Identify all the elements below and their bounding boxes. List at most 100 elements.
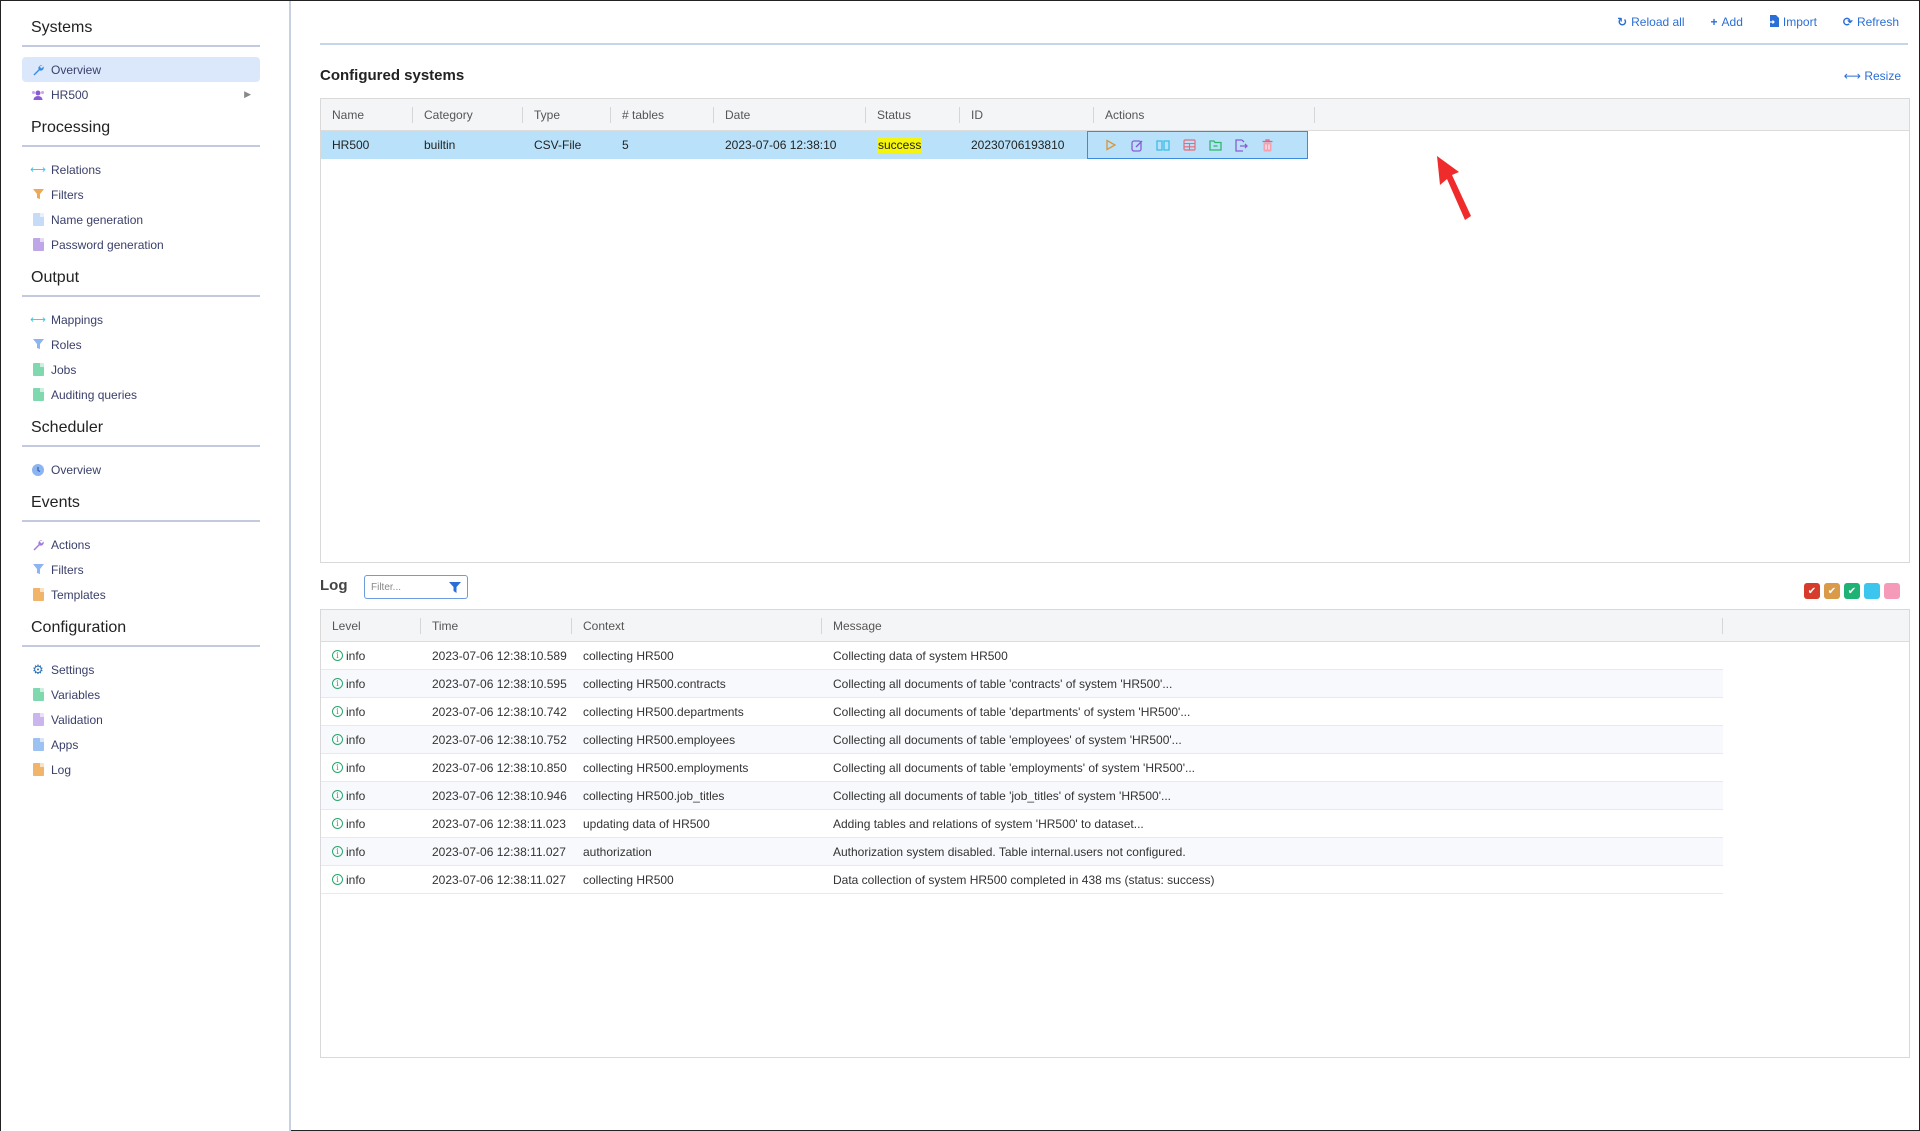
sidebar-item-variables[interactable]: Variables: [22, 682, 260, 707]
sidebar-item-log[interactable]: Log: [22, 757, 260, 782]
file-export-icon: [1235, 138, 1248, 152]
sidebar-item-jobs[interactable]: Jobs: [22, 357, 260, 382]
cell-status: success: [866, 131, 960, 159]
cell-context: collecting HR500.departments: [583, 704, 744, 719]
arrows-horizontal-icon: ⟷: [1843, 69, 1861, 83]
column-header-name[interactable]: Name: [321, 99, 413, 130]
log-filter-field[interactable]: [371, 581, 441, 593]
sidebar-item-scheduler-overview[interactable]: Overview: [22, 457, 260, 482]
cell-time: 2023-07-06 12:38:10.850: [432, 760, 567, 775]
delete-button[interactable]: [1258, 136, 1276, 154]
log-filter-input[interactable]: [364, 575, 468, 599]
edit-button[interactable]: [1128, 136, 1146, 154]
cell-context: collecting HR500: [583, 872, 674, 887]
folder-button[interactable]: [1206, 136, 1224, 154]
level-text: info: [346, 648, 366, 663]
export-button[interactable]: [1232, 136, 1250, 154]
book-icon: [1156, 140, 1170, 151]
column-header-id[interactable]: ID: [960, 99, 1094, 130]
column-header-tables[interactable]: # tables: [611, 99, 714, 130]
reload-all-button[interactable]: ↻ Reload all: [1617, 15, 1684, 29]
sidebar-item-label: Auditing queries: [51, 387, 138, 402]
column-header-level[interactable]: Level: [321, 610, 421, 641]
toggle-trace[interactable]: [1884, 583, 1900, 599]
log-table-header: Level Time Context Message: [321, 610, 1909, 642]
cell-level: i info: [321, 698, 421, 725]
sidebar-item-systems-overview[interactable]: Overview: [22, 57, 260, 82]
log-row[interactable]: i info 2023-07-06 12:38:11.023 updating d…: [321, 810, 1723, 838]
table-row[interactable]: HR500 builtin CSV-File 5 2023-07-06 12:3…: [321, 131, 1308, 159]
cell-context: updating data of HR500: [583, 816, 710, 831]
log-row[interactable]: i info 2023-07-06 12:38:10.595 collecting…: [321, 670, 1723, 698]
run-button[interactable]: [1102, 136, 1120, 154]
log-row[interactable]: i info 2023-07-06 12:38:10.946 collecting…: [321, 782, 1723, 810]
sidebar-item-label: Filters: [51, 187, 84, 202]
cell-level: i info: [321, 782, 421, 809]
resize-button[interactable]: ⟷ Resize: [1844, 69, 1901, 83]
cell-level: i info: [321, 754, 421, 781]
log-row[interactable]: i info 2023-07-06 12:38:11.027 collecting…: [321, 866, 1723, 894]
file-icon: [31, 713, 45, 727]
sidebar-item-settings[interactable]: ⚙ Settings: [22, 657, 260, 682]
column-header-type[interactable]: Type: [523, 99, 611, 130]
cell-time: 2023-07-06 12:38:11.023: [432, 816, 566, 831]
column-header-time[interactable]: Time: [421, 610, 572, 641]
file-icon: [31, 688, 45, 702]
sidebar-heading: Configuration: [22, 617, 260, 647]
log-title: Log: [320, 577, 348, 594]
cell-context: collecting HR500.contracts: [583, 676, 726, 691]
documentation-button[interactable]: [1154, 136, 1172, 154]
plus-icon: +: [1710, 15, 1718, 29]
sidebar-item-password-generation[interactable]: Password generation: [22, 232, 260, 257]
log-row[interactable]: i info 2023-07-06 12:38:10.850 collecting…: [321, 754, 1723, 782]
tables-button[interactable]: [1180, 136, 1198, 154]
log-level-toggles: ✔ ✔ ✔: [1804, 583, 1900, 599]
log-row[interactable]: i info 2023-07-06 12:38:10.742 collecting…: [321, 698, 1723, 726]
level-text: info: [346, 676, 366, 691]
edit-icon: [1130, 139, 1142, 152]
log-row[interactable]: i info 2023-07-06 12:38:11.027 authorizat…: [321, 838, 1723, 866]
column-header-status[interactable]: Status: [866, 99, 960, 130]
log-row[interactable]: i info 2023-07-06 12:38:10.752 collecting…: [321, 726, 1723, 754]
cell-context: collecting HR500.employees: [583, 732, 736, 747]
sidebar-item-apps[interactable]: Apps: [22, 732, 260, 757]
file-icon: [31, 588, 45, 602]
sidebar-item-filters[interactable]: Filters: [22, 182, 260, 207]
level-text: info: [346, 844, 366, 859]
cell-date: 2023-07-06 12:38:10: [725, 138, 837, 152]
sidebar-item-templates[interactable]: Templates: [22, 582, 260, 607]
log-row[interactable]: i info 2023-07-06 12:38:10.589 collecting…: [321, 642, 1723, 670]
sidebar-item-roles[interactable]: Roles: [22, 332, 260, 357]
cell-message: Adding tables and relations of system 'H…: [833, 816, 1144, 831]
toggle-warning[interactable]: ✔: [1824, 583, 1840, 599]
top-toolbar: ↻ Reload all + Add Import ⟳ Refresh: [320, 1, 1908, 45]
column-header-context[interactable]: Context: [572, 610, 822, 641]
filter-icon[interactable]: [449, 581, 461, 593]
info-icon: i: [332, 818, 343, 829]
toggle-error[interactable]: ✔: [1804, 583, 1820, 599]
sidebar-item-hr500[interactable]: HR500 ▶: [22, 82, 260, 107]
toggle-info[interactable]: ✔: [1844, 583, 1860, 599]
sidebar-item-validation[interactable]: Validation: [22, 707, 260, 732]
cell-message: Collecting all documents of table 'depar…: [833, 704, 1191, 719]
chevron-right-icon[interactable]: ▶: [244, 89, 251, 100]
level-text: info: [346, 704, 366, 719]
column-header-message[interactable]: Message: [822, 610, 1723, 641]
refresh-button[interactable]: ⟳ Refresh: [1843, 15, 1899, 29]
column-header-actions: Actions: [1094, 99, 1315, 130]
sidebar-item-actions[interactable]: Actions: [22, 532, 260, 557]
sidebar-item-auditing-queries[interactable]: Auditing queries: [22, 382, 260, 407]
column-header-category[interactable]: Category: [413, 99, 523, 130]
sidebar-item-event-filters[interactable]: Filters: [22, 557, 260, 582]
sidebar-item-relations[interactable]: ⟷ Relations: [22, 157, 260, 182]
column-header-date[interactable]: Date: [714, 99, 866, 130]
toggle-debug[interactable]: [1864, 583, 1880, 599]
reload-all-label: Reload all: [1631, 15, 1685, 29]
wrench-icon: [31, 63, 45, 77]
sidebar-item-mappings[interactable]: ⟷ Mappings: [22, 307, 260, 332]
refresh-icon: ⟳: [1842, 15, 1853, 29]
sidebar-item-name-generation[interactable]: Name generation: [22, 207, 260, 232]
import-button[interactable]: Import: [1768, 14, 1817, 30]
check-icon: ✔: [1807, 585, 1817, 597]
add-button[interactable]: + Add: [1711, 15, 1743, 29]
